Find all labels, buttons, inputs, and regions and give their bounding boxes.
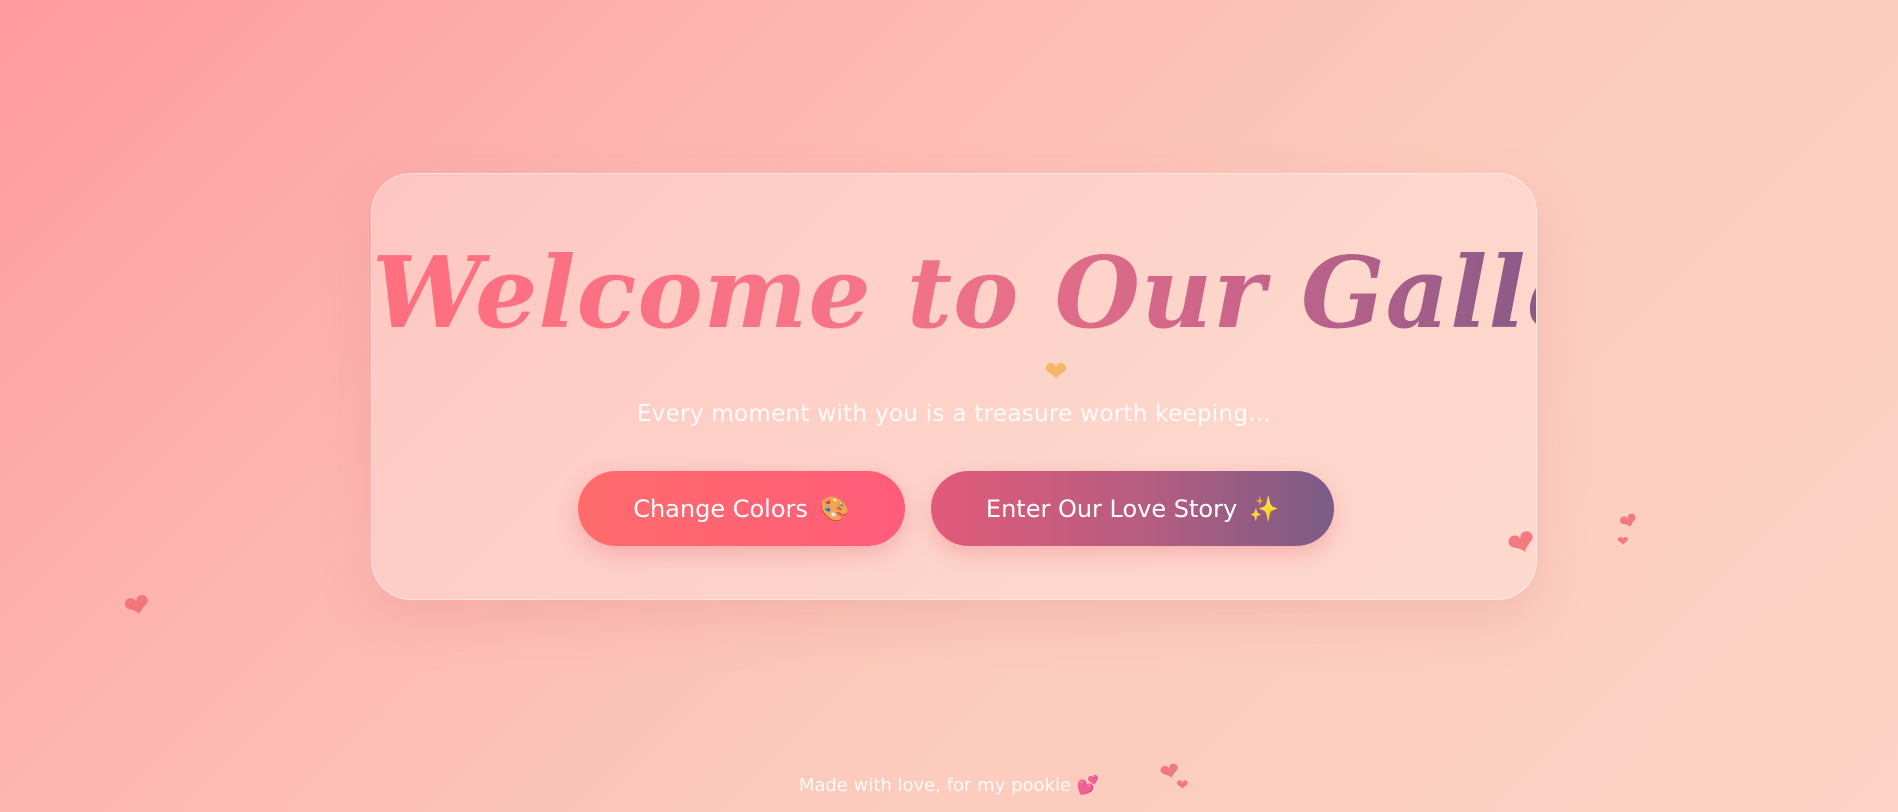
palette-icon: 🎨 xyxy=(819,494,850,523)
footer-text: Made with love, for my pookie xyxy=(798,775,1072,796)
enter-love-story-button[interactable]: Enter Our Love Story ✨ xyxy=(931,471,1334,546)
change-colors-button[interactable]: Change Colors 🎨 xyxy=(578,471,905,546)
floating-heart-icon: ❤ xyxy=(1616,507,1642,538)
heart-icon: ❤ xyxy=(1044,355,1068,388)
floating-heart-icon: ❤ xyxy=(1617,534,1629,550)
floating-heart-icon: ❤ xyxy=(119,584,156,628)
change-colors-label: Change Colors xyxy=(633,494,808,523)
welcome-card: Welcome to Our Gallery ❤ Every moment wi… xyxy=(371,173,1700,600)
sparkles-icon: ✨ xyxy=(1249,494,1280,523)
two-hearts-icon: 💕 xyxy=(1076,775,1100,796)
enter-love-story-label: Enter Our Love Story xyxy=(985,494,1238,523)
page-title: Welcome to Our Gallery xyxy=(372,229,1700,359)
subtitle: Every moment with you is a treasure wort… xyxy=(636,401,1272,427)
footer: Made with love, for my pookie 💕 xyxy=(0,775,1898,796)
